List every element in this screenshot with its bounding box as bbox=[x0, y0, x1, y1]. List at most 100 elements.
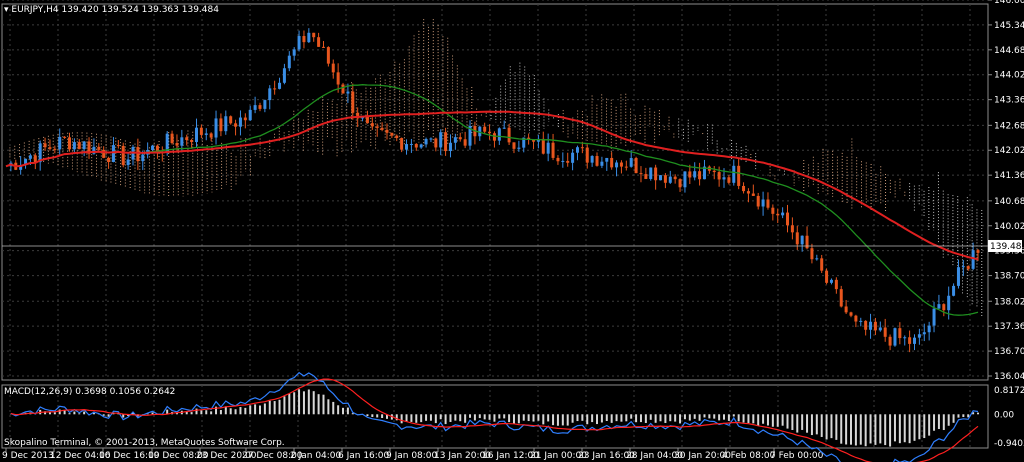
candle-body bbox=[575, 147, 579, 153]
price-tick-label: 143.360 bbox=[994, 96, 1024, 106]
price-tick-label: 140.020 bbox=[994, 222, 1024, 232]
candle-body bbox=[683, 171, 687, 188]
candle-body bbox=[698, 171, 702, 180]
candle-body bbox=[546, 142, 550, 154]
candle-body bbox=[654, 167, 658, 181]
time-axis: 9 Dec 201312 Dec 04:0016 Dec 16:0019 Dec… bbox=[2, 448, 824, 461]
price-tick-label: 136.700 bbox=[994, 347, 1024, 357]
candle-body bbox=[48, 147, 52, 149]
candle-body bbox=[976, 250, 980, 253]
candle-body bbox=[224, 116, 228, 132]
candle-body bbox=[917, 334, 921, 338]
candle-body bbox=[209, 133, 213, 138]
candle-body bbox=[556, 157, 560, 162]
candle-body bbox=[659, 175, 663, 181]
candle-body bbox=[365, 116, 369, 124]
candle-body bbox=[107, 157, 111, 163]
candle-body bbox=[756, 195, 760, 207]
candle-body bbox=[937, 304, 941, 309]
candle-body bbox=[727, 177, 731, 183]
candle-body bbox=[922, 332, 926, 335]
candle-body bbox=[663, 175, 667, 183]
candle-body bbox=[688, 171, 692, 178]
candle-body bbox=[229, 116, 233, 124]
candle-body bbox=[121, 145, 125, 166]
candle-body bbox=[888, 336, 892, 346]
candle-body bbox=[282, 68, 286, 83]
candle-body bbox=[63, 136, 67, 138]
price-tick-label: 144.680 bbox=[994, 46, 1024, 56]
candle-body bbox=[649, 167, 653, 179]
candle-body bbox=[336, 72, 340, 85]
candle-body bbox=[810, 248, 814, 260]
candle-body bbox=[771, 207, 775, 214]
candle-body bbox=[512, 142, 516, 149]
candle-body bbox=[825, 270, 829, 283]
macd-header: MACD(12,26,9) 0.3698 0.1056 0.2642 bbox=[4, 387, 175, 397]
candle-body bbox=[326, 47, 330, 64]
macd-axis-label: 0.8172 bbox=[994, 386, 1024, 396]
candle-body bbox=[190, 139, 194, 143]
candle-body bbox=[492, 133, 496, 141]
candle-body bbox=[742, 185, 746, 192]
candle-body bbox=[590, 156, 594, 163]
candle-body bbox=[141, 154, 145, 162]
candle-body bbox=[278, 82, 282, 89]
candle-body bbox=[385, 129, 389, 133]
candle-body bbox=[776, 213, 780, 216]
candle-body bbox=[668, 176, 672, 183]
candle-body bbox=[619, 162, 623, 167]
candle-body bbox=[400, 138, 404, 150]
candle-body bbox=[600, 161, 604, 166]
candle-body bbox=[243, 117, 247, 121]
price-tick-label: 138.020 bbox=[994, 297, 1024, 307]
candle-body bbox=[629, 158, 633, 167]
candle-body bbox=[634, 158, 638, 174]
candle-body bbox=[380, 127, 384, 130]
candle-body bbox=[956, 267, 960, 286]
candle-body bbox=[82, 141, 86, 150]
candle-body bbox=[439, 132, 443, 148]
copyright-text: Skopalino Terminal, © 2001-2013, MetaQuo… bbox=[4, 438, 285, 448]
candle-body bbox=[341, 84, 345, 94]
candle-body bbox=[932, 308, 936, 326]
candle-body bbox=[878, 327, 882, 331]
candle-body bbox=[864, 320, 868, 330]
candle-body bbox=[966, 266, 970, 269]
candle-body bbox=[429, 138, 433, 140]
candle-body bbox=[873, 321, 877, 331]
candle-body bbox=[409, 143, 413, 145]
candle-body bbox=[571, 152, 575, 163]
candle-body bbox=[722, 177, 726, 180]
candle-body bbox=[595, 156, 599, 166]
candle-body bbox=[952, 285, 956, 296]
candle-body bbox=[712, 170, 716, 173]
candle-body bbox=[370, 123, 374, 127]
candle-body bbox=[869, 321, 873, 330]
candle-body bbox=[795, 232, 799, 245]
trading-chart[interactable]: 146.000 145.340 144.680 144.020 143.360 142.6… bbox=[0, 0, 1024, 462]
candle-body bbox=[43, 143, 47, 148]
time-tick-label: 2 Jan 04:00 bbox=[290, 451, 342, 461]
candle-body bbox=[116, 145, 120, 147]
candle-body bbox=[746, 191, 750, 194]
candle-body bbox=[424, 138, 428, 145]
price-tick-label: 136.040 bbox=[994, 372, 1024, 382]
candle-body bbox=[170, 133, 174, 144]
candle-body bbox=[136, 147, 140, 162]
time-tick-label: 4 Feb 08:00 bbox=[722, 451, 776, 461]
price-tick-label: 141.360 bbox=[994, 171, 1024, 181]
candle-body bbox=[751, 193, 755, 196]
candle-body bbox=[321, 46, 325, 48]
candle-body bbox=[859, 320, 863, 322]
candle-body bbox=[351, 91, 355, 113]
candle-body bbox=[766, 199, 770, 208]
price-tick-label: 137.360 bbox=[994, 322, 1024, 332]
candle-body bbox=[829, 279, 833, 283]
candle-body bbox=[541, 138, 545, 154]
candle-body bbox=[761, 199, 765, 207]
candle-body bbox=[488, 131, 492, 134]
candle-body bbox=[502, 127, 506, 129]
candle-body bbox=[971, 250, 975, 269]
candle-body bbox=[942, 304, 946, 311]
